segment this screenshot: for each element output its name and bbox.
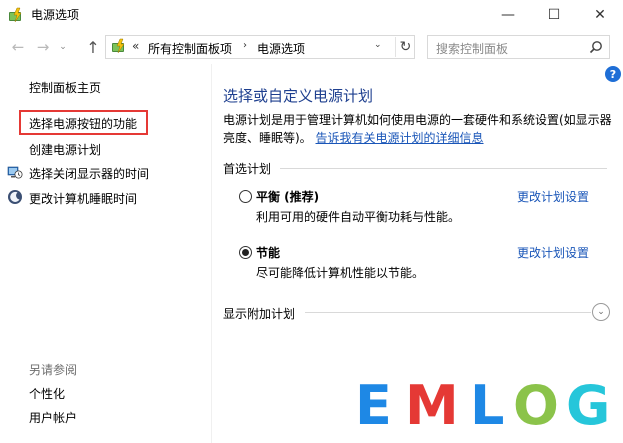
see-also-user-accounts[interactable]: 用户帐户 [29, 409, 77, 426]
recent-locations-chevron-icon[interactable]: ⌄ [55, 38, 71, 56]
display-clock-icon [7, 166, 23, 179]
task-pane: 控制面板主页 选择电源按钮的功能 创建电源计划 选择关闭显示器的时间 更改计算机… [0, 64, 212, 443]
page-description: 电源计划是用于管理计算机如何使用电源的一套硬件和系统设置(如显示器亮度、睡眠等)… [223, 111, 618, 147]
plan-power-saver-change-settings-link[interactable]: 更改计划设置 [517, 244, 589, 261]
plan-power-saver-name[interactable]: 节能 [256, 244, 280, 261]
close-button[interactable]: ✕ [577, 0, 623, 30]
show-additional-plans-label[interactable]: 显示附加计划 [223, 305, 295, 322]
sidebar-item-change-sleep-time[interactable]: 更改计算机睡眠时间 [29, 190, 137, 207]
title-bar: 电源选项 — ☐ ✕ [0, 0, 623, 30]
control-panel-icon [112, 38, 125, 54]
address-dropdown-icon[interactable]: ⌄ [374, 40, 382, 50]
address-bar[interactable]: « 所有控制面板项 › 电源选项 ⌄ ↻ [105, 35, 415, 59]
plan-power-saver-description: 尽可能降低计算机性能以节能。 [256, 266, 425, 280]
see-also-personalization[interactable]: 个性化 [29, 385, 65, 402]
back-arrow-icon[interactable]: ← [8, 38, 28, 56]
watermark-letter-e: E [355, 374, 392, 437]
power-options-icon [9, 7, 22, 23]
see-also-heading: 另请参阅 [29, 363, 78, 377]
emlog-watermark-logo: E M L O G [330, 368, 620, 443]
refresh-icon[interactable]: ↻ [395, 37, 415, 57]
watermark-letter-l: L [470, 374, 505, 437]
sidebar-item-display-off-time[interactable]: 选择关闭显示器的时间 [29, 165, 149, 182]
sidebar-item-create-power-plan[interactable]: 创建电源计划 [29, 141, 101, 158]
search-icon[interactable] [589, 40, 603, 54]
sidebar-item-control-panel-home[interactable]: 控制面板主页 [29, 79, 101, 96]
additional-plans-divider [305, 312, 591, 313]
sidebar-item-power-button-function[interactable]: 选择电源按钮的功能 [29, 115, 137, 132]
breadcrumb-power-options[interactable]: 电源选项 [257, 40, 305, 57]
window-title: 电源选项 [31, 8, 80, 22]
maximize-button[interactable]: ☐ [531, 0, 577, 30]
plan-balanced-change-settings-link[interactable]: 更改计划设置 [517, 188, 589, 205]
search-box[interactable]: 搜索控制面板 [427, 35, 610, 59]
search-placeholder[interactable]: 搜索控制面板 [436, 40, 508, 57]
watermark-letter-o: O [513, 374, 559, 437]
minimize-button[interactable]: — [485, 0, 531, 30]
watermark-letter-g: G [566, 374, 611, 437]
plan-power-saver-radio[interactable] [239, 246, 252, 259]
up-arrow-icon[interactable]: ↑ [83, 38, 103, 57]
navigation-bar: ← → ⌄ ↑ « 所有控制面板项 › 电源选项 ⌄ ↻ 搜索控制面板 [0, 30, 623, 64]
breadcrumb-separator-icon[interactable]: › [243, 40, 247, 51]
moon-sleep-icon [8, 190, 22, 204]
plan-balanced-radio[interactable] [239, 190, 252, 203]
watermark-letter-m: M [405, 374, 459, 437]
plan-balanced-description: 利用可用的硬件自动平衡功耗与性能。 [256, 210, 461, 224]
forward-arrow-icon[interactable]: → [33, 38, 53, 56]
breadcrumb-all-control-panel-items[interactable]: 所有控制面板项 [148, 40, 232, 57]
help-button[interactable]: ? [605, 66, 621, 82]
section-divider [280, 168, 607, 169]
page-title: 选择或自定义电源计划 [223, 87, 374, 105]
learn-more-link[interactable]: 告诉我有关电源计划的详细信息 [316, 131, 484, 145]
preferred-plans-heading: 首选计划 [223, 162, 272, 176]
expand-chevron-icon[interactable]: ⌄ [592, 303, 610, 321]
plan-balanced-name[interactable]: 平衡 (推荐) [256, 188, 319, 205]
breadcrumb-overflow-icon[interactable]: « [132, 39, 139, 53]
